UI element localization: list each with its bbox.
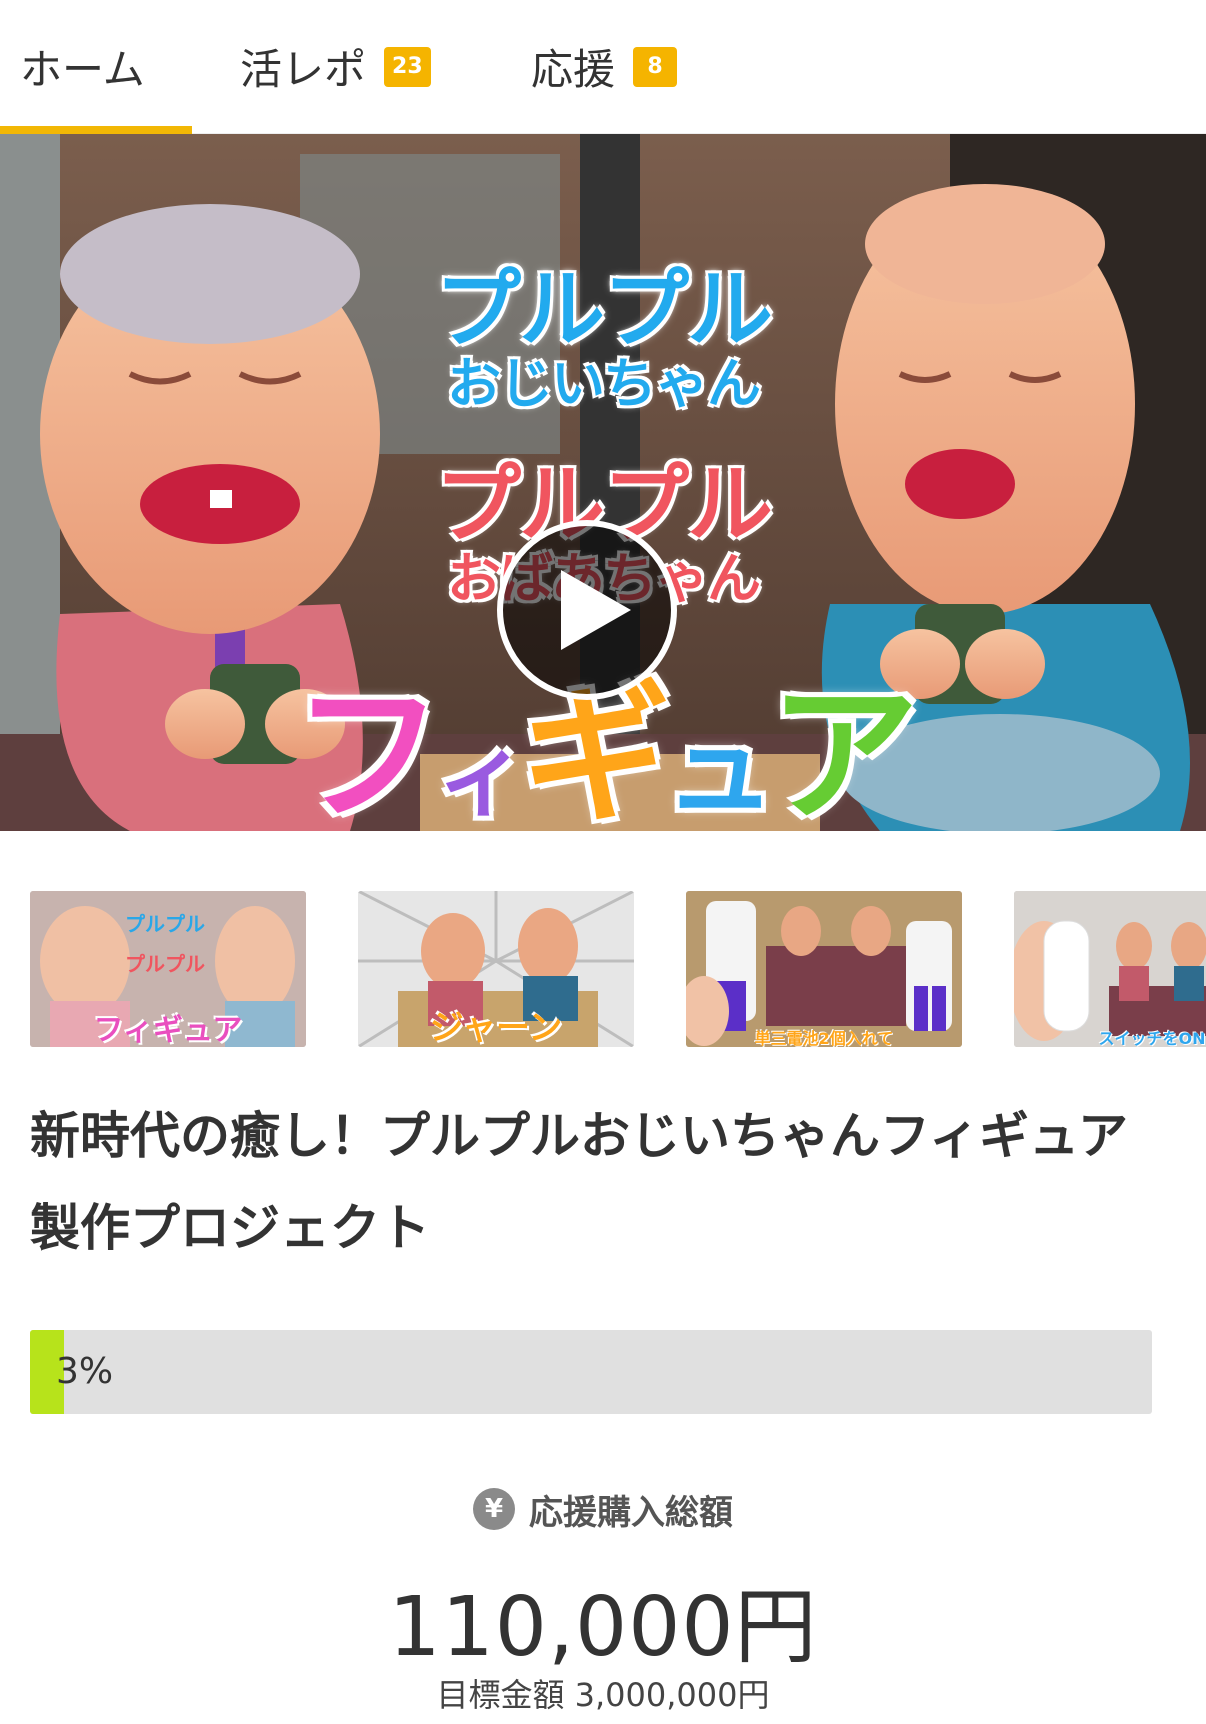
tab-report[interactable]: 活レポ 23 (240, 0, 431, 133)
funding-progress-bar: 3% (30, 1330, 1152, 1414)
thumbnail-caption: フィギュア (93, 1013, 243, 1047)
thumbnail-1[interactable]: プルプル プルプル フィギュア (30, 891, 306, 1047)
thumbnail-image (686, 891, 962, 1047)
progress-percent: 3% (56, 1351, 114, 1392)
svg-text:プルプル: プルプル (125, 952, 205, 976)
play-button[interactable] (497, 520, 677, 700)
hero-video[interactable]: プルプル おじいちゃん プルプル おばあちゃん フィギュア (0, 134, 1206, 831)
project-title: 新時代の癒し！プルプルおじいちゃんフィギュア製作プロジェクト (30, 1107, 1128, 1257)
tab-home[interactable]: ホーム (20, 0, 145, 133)
tab-report-badge: 23 (384, 46, 431, 87)
funding-total-amount: 110,000円 (388, 1580, 818, 1675)
tab-bar: ホーム 活レポ 23 応援 8 (0, 0, 1206, 134)
funding-total-label-text: 応援購入総額 (529, 1492, 733, 1533)
thumbnail-3[interactable]: 単三電池2個入れて (686, 891, 962, 1047)
svg-text:プルプル: プルプル (125, 912, 205, 936)
thumbnail-strip: プルプル プルプル フィギュア ジャーン 単三電池2個入れて スイッチをON (0, 831, 1206, 1071)
tab-support-badge: 8 (633, 46, 678, 87)
active-tab-indicator (0, 126, 192, 134)
thumbnail-image (1014, 891, 1206, 1047)
tab-support-label: 応援 (531, 45, 616, 94)
thumbnail-caption: スイッチをON (1098, 1029, 1206, 1047)
yen-icon: ¥ (473, 1488, 515, 1530)
thumbnail-2[interactable]: ジャーン (358, 891, 634, 1047)
thumbnail-caption: 単三電池2個入れて (754, 1029, 894, 1047)
thumbnail-4[interactable]: スイッチをON (1014, 891, 1206, 1047)
thumbnail-caption: ジャーン (429, 1008, 563, 1047)
funding-total-label: ¥ 応援購入総額 (0, 1484, 1206, 1534)
funding-goal: 目標金額 3,000,000円 (436, 1676, 770, 1714)
hero-image (0, 134, 1206, 831)
tab-report-label: 活レポ (240, 45, 367, 94)
tab-home-label: ホーム (20, 45, 145, 94)
tab-support[interactable]: 応援 8 (531, 0, 678, 133)
play-icon (561, 570, 631, 650)
